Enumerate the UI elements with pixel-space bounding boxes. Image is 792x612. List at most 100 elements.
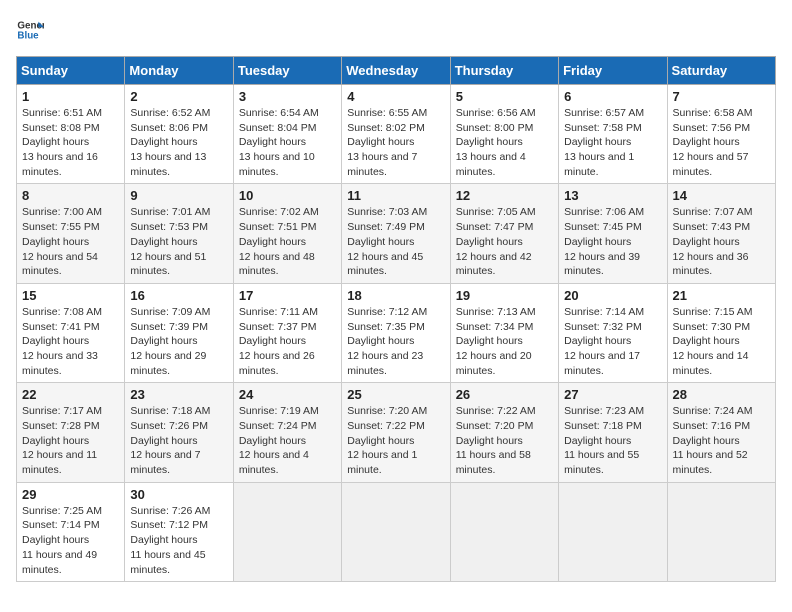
- day-number: 12: [456, 188, 553, 203]
- day-number: 1: [22, 89, 119, 104]
- calendar-cell: 7 Sunrise: 6:58 AMSunset: 7:56 PMDayligh…: [667, 85, 775, 184]
- day-info: Sunrise: 7:13 AMSunset: 7:34 PMDaylight …: [456, 306, 536, 377]
- calendar-cell: 28 Sunrise: 7:24 AMSunset: 7:16 PMDaylig…: [667, 383, 775, 482]
- calendar-cell: 26 Sunrise: 7:22 AMSunset: 7:20 PMDaylig…: [450, 383, 558, 482]
- day-number: 11: [347, 188, 444, 203]
- calendar-cell: 16 Sunrise: 7:09 AMSunset: 7:39 PMDaylig…: [125, 283, 233, 382]
- day-number: 25: [347, 387, 444, 402]
- day-info: Sunrise: 7:12 AMSunset: 7:35 PMDaylight …: [347, 306, 427, 377]
- day-info: Sunrise: 7:11 AMSunset: 7:37 PMDaylight …: [239, 306, 318, 377]
- day-info: Sunrise: 6:55 AMSunset: 8:02 PMDaylight …: [347, 107, 427, 178]
- calendar-cell: 6 Sunrise: 6:57 AMSunset: 7:58 PMDayligh…: [559, 85, 667, 184]
- calendar-cell: 23 Sunrise: 7:18 AMSunset: 7:26 PMDaylig…: [125, 383, 233, 482]
- page-header: General Blue: [16, 16, 776, 44]
- day-info: Sunrise: 6:57 AMSunset: 7:58 PMDaylight …: [564, 107, 644, 178]
- calendar-cell: 10 Sunrise: 7:02 AMSunset: 7:51 PMDaylig…: [233, 184, 341, 283]
- day-number: 10: [239, 188, 336, 203]
- day-info: Sunrise: 7:18 AMSunset: 7:26 PMDaylight …: [130, 405, 210, 476]
- day-number: 7: [673, 89, 770, 104]
- day-info: Sunrise: 7:23 AMSunset: 7:18 PMDaylight …: [564, 405, 644, 476]
- calendar-cell: 11 Sunrise: 7:03 AMSunset: 7:49 PMDaylig…: [342, 184, 450, 283]
- calendar-cell: 12 Sunrise: 7:05 AMSunset: 7:47 PMDaylig…: [450, 184, 558, 283]
- day-number: 15: [22, 288, 119, 303]
- col-header-thursday: Thursday: [450, 57, 558, 85]
- day-info: Sunrise: 7:07 AMSunset: 7:43 PMDaylight …: [673, 206, 753, 277]
- day-info: Sunrise: 7:06 AMSunset: 7:45 PMDaylight …: [564, 206, 644, 277]
- calendar-week-row: 8 Sunrise: 7:00 AMSunset: 7:55 PMDayligh…: [17, 184, 776, 283]
- day-info: Sunrise: 7:09 AMSunset: 7:39 PMDaylight …: [130, 306, 210, 377]
- day-number: 18: [347, 288, 444, 303]
- day-info: Sunrise: 7:24 AMSunset: 7:16 PMDaylight …: [673, 405, 753, 476]
- calendar-cell: 19 Sunrise: 7:13 AMSunset: 7:34 PMDaylig…: [450, 283, 558, 382]
- day-info: Sunrise: 6:51 AMSunset: 8:08 PMDaylight …: [22, 107, 102, 178]
- calendar-week-row: 1 Sunrise: 6:51 AMSunset: 8:08 PMDayligh…: [17, 85, 776, 184]
- day-info: Sunrise: 7:03 AMSunset: 7:49 PMDaylight …: [347, 206, 427, 277]
- day-number: 23: [130, 387, 227, 402]
- calendar-cell: 21 Sunrise: 7:15 AMSunset: 7:30 PMDaylig…: [667, 283, 775, 382]
- day-number: 22: [22, 387, 119, 402]
- day-number: 24: [239, 387, 336, 402]
- calendar-week-row: 22 Sunrise: 7:17 AMSunset: 7:28 PMDaylig…: [17, 383, 776, 482]
- col-header-sunday: Sunday: [17, 57, 125, 85]
- day-number: 2: [130, 89, 227, 104]
- day-number: 8: [22, 188, 119, 203]
- calendar-cell: 15 Sunrise: 7:08 AMSunset: 7:41 PMDaylig…: [17, 283, 125, 382]
- day-number: 29: [22, 487, 119, 502]
- calendar-cell: [667, 482, 775, 581]
- calendar-cell: 30 Sunrise: 7:26 AMSunset: 7:12 PMDaylig…: [125, 482, 233, 581]
- day-info: Sunrise: 7:14 AMSunset: 7:32 PMDaylight …: [564, 306, 644, 377]
- day-info: Sunrise: 7:19 AMSunset: 7:24 PMDaylight …: [239, 405, 319, 476]
- day-info: Sunrise: 7:20 AMSunset: 7:22 PMDaylight …: [347, 405, 427, 476]
- calendar-week-row: 29 Sunrise: 7:25 AMSunset: 7:14 PMDaylig…: [17, 482, 776, 581]
- calendar-cell: 4 Sunrise: 6:55 AMSunset: 8:02 PMDayligh…: [342, 85, 450, 184]
- day-number: 19: [456, 288, 553, 303]
- calendar-cell: 20 Sunrise: 7:14 AMSunset: 7:32 PMDaylig…: [559, 283, 667, 382]
- col-header-monday: Monday: [125, 57, 233, 85]
- day-info: Sunrise: 6:52 AMSunset: 8:06 PMDaylight …: [130, 107, 210, 178]
- day-number: 28: [673, 387, 770, 402]
- day-info: Sunrise: 7:22 AMSunset: 7:20 PMDaylight …: [456, 405, 536, 476]
- calendar-cell: 17 Sunrise: 7:11 AMSunset: 7:37 PMDaylig…: [233, 283, 341, 382]
- day-number: 20: [564, 288, 661, 303]
- day-info: Sunrise: 7:15 AMSunset: 7:30 PMDaylight …: [673, 306, 753, 377]
- calendar-cell: 14 Sunrise: 7:07 AMSunset: 7:43 PMDaylig…: [667, 184, 775, 283]
- logo-icon: General Blue: [16, 16, 44, 44]
- calendar-cell: 9 Sunrise: 7:01 AMSunset: 7:53 PMDayligh…: [125, 184, 233, 283]
- calendar-cell: 22 Sunrise: 7:17 AMSunset: 7:28 PMDaylig…: [17, 383, 125, 482]
- day-number: 3: [239, 89, 336, 104]
- calendar-week-row: 15 Sunrise: 7:08 AMSunset: 7:41 PMDaylig…: [17, 283, 776, 382]
- calendar-cell: 27 Sunrise: 7:23 AMSunset: 7:18 PMDaylig…: [559, 383, 667, 482]
- calendar-cell: 18 Sunrise: 7:12 AMSunset: 7:35 PMDaylig…: [342, 283, 450, 382]
- day-number: 5: [456, 89, 553, 104]
- day-info: Sunrise: 6:58 AMSunset: 7:56 PMDaylight …: [673, 107, 753, 178]
- calendar-cell: 2 Sunrise: 6:52 AMSunset: 8:06 PMDayligh…: [125, 85, 233, 184]
- calendar-cell: [342, 482, 450, 581]
- day-number: 17: [239, 288, 336, 303]
- day-number: 6: [564, 89, 661, 104]
- day-info: Sunrise: 7:02 AMSunset: 7:51 PMDaylight …: [239, 206, 319, 277]
- calendar-cell: [450, 482, 558, 581]
- day-info: Sunrise: 7:05 AMSunset: 7:47 PMDaylight …: [456, 206, 536, 277]
- day-number: 30: [130, 487, 227, 502]
- day-number: 13: [564, 188, 661, 203]
- day-number: 27: [564, 387, 661, 402]
- day-number: 4: [347, 89, 444, 104]
- calendar-cell: 1 Sunrise: 6:51 AMSunset: 8:08 PMDayligh…: [17, 85, 125, 184]
- calendar-cell: 5 Sunrise: 6:56 AMSunset: 8:00 PMDayligh…: [450, 85, 558, 184]
- day-info: Sunrise: 7:25 AMSunset: 7:14 PMDaylight …: [22, 505, 102, 576]
- day-number: 26: [456, 387, 553, 402]
- calendar-cell: 24 Sunrise: 7:19 AMSunset: 7:24 PMDaylig…: [233, 383, 341, 482]
- day-number: 21: [673, 288, 770, 303]
- col-header-friday: Friday: [559, 57, 667, 85]
- calendar-cell: 3 Sunrise: 6:54 AMSunset: 8:04 PMDayligh…: [233, 85, 341, 184]
- day-number: 14: [673, 188, 770, 203]
- calendar-cell: 8 Sunrise: 7:00 AMSunset: 7:55 PMDayligh…: [17, 184, 125, 283]
- day-number: 16: [130, 288, 227, 303]
- calendar-cell: 25 Sunrise: 7:20 AMSunset: 7:22 PMDaylig…: [342, 383, 450, 482]
- calendar-cell: 29 Sunrise: 7:25 AMSunset: 7:14 PMDaylig…: [17, 482, 125, 581]
- day-info: Sunrise: 6:54 AMSunset: 8:04 PMDaylight …: [239, 107, 319, 178]
- day-info: Sunrise: 6:56 AMSunset: 8:00 PMDaylight …: [456, 107, 536, 178]
- day-number: 9: [130, 188, 227, 203]
- svg-text:Blue: Blue: [17, 30, 39, 41]
- calendar-cell: 13 Sunrise: 7:06 AMSunset: 7:45 PMDaylig…: [559, 184, 667, 283]
